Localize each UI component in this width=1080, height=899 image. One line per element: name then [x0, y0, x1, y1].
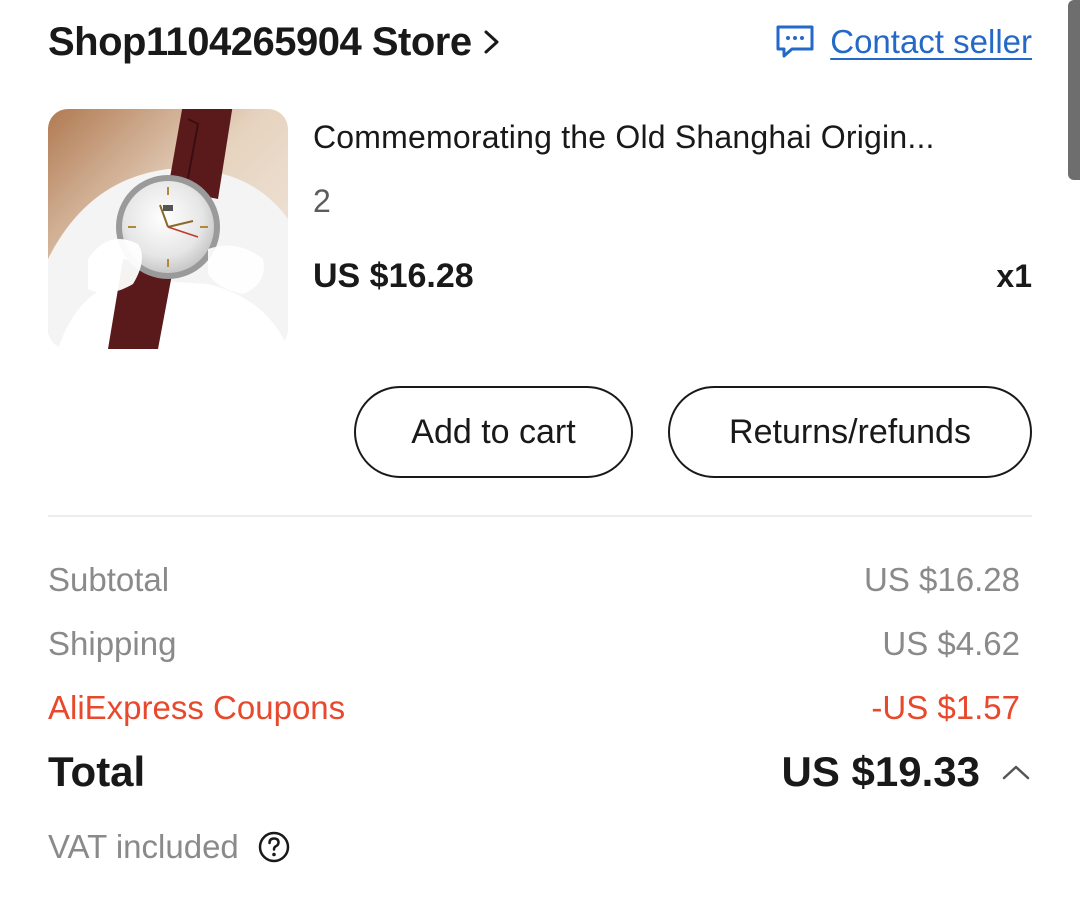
contact-seller-button[interactable]: Contact seller	[774, 23, 1032, 61]
vat-row: VAT included	[48, 828, 291, 866]
divider	[48, 515, 1032, 517]
chat-icon	[776, 25, 814, 58]
returns-refunds-button[interactable]: Returns/refunds	[668, 386, 1032, 478]
product-quantity: x1	[996, 258, 1032, 294]
subtotal-value: US $16.28	[864, 561, 1020, 598]
product-price: US $16.28	[313, 257, 474, 295]
total-value: US $19.33	[781, 748, 980, 795]
total-label: Total	[48, 748, 146, 795]
chevron-right-icon	[484, 30, 499, 54]
vat-label: VAT included	[48, 828, 239, 865]
store-link[interactable]: Shop1104265904 Store	[48, 20, 502, 65]
shipping-row: Shipping US $4.62	[48, 622, 1020, 666]
subtotal-label: Subtotal	[48, 561, 170, 598]
product-variant: 2	[313, 183, 331, 219]
wristwatch-photo	[48, 109, 288, 349]
coupons-value: -US $1.57	[871, 689, 1020, 726]
subtotal-row: Subtotal US $16.28	[48, 558, 1020, 602]
shipping-value: US $4.62	[882, 625, 1020, 662]
product-title[interactable]: Commemorating the Old Shanghai Origin...	[313, 112, 1033, 162]
coupons-row: AliExpress Coupons -US $1.57	[48, 686, 1020, 730]
contact-seller-label[interactable]: Contact seller	[830, 23, 1032, 61]
chevron-up-icon[interactable]	[1000, 762, 1032, 782]
scrollbar[interactable]	[1068, 0, 1080, 180]
store-header: Shop1104265904 Store Contact seller	[48, 14, 1032, 70]
total-row: Total US $19.33	[48, 748, 1032, 796]
product-image[interactable]	[48, 109, 288, 349]
coupons-label: AliExpress Coupons	[48, 689, 346, 726]
total-toggle[interactable]: US $19.33	[782, 748, 1032, 796]
store-name[interactable]: Shop1104265904 Store	[48, 20, 472, 65]
shipping-label: Shipping	[48, 625, 177, 662]
add-to-cart-button[interactable]: Add to cart	[354, 386, 633, 478]
help-icon[interactable]	[257, 830, 291, 864]
